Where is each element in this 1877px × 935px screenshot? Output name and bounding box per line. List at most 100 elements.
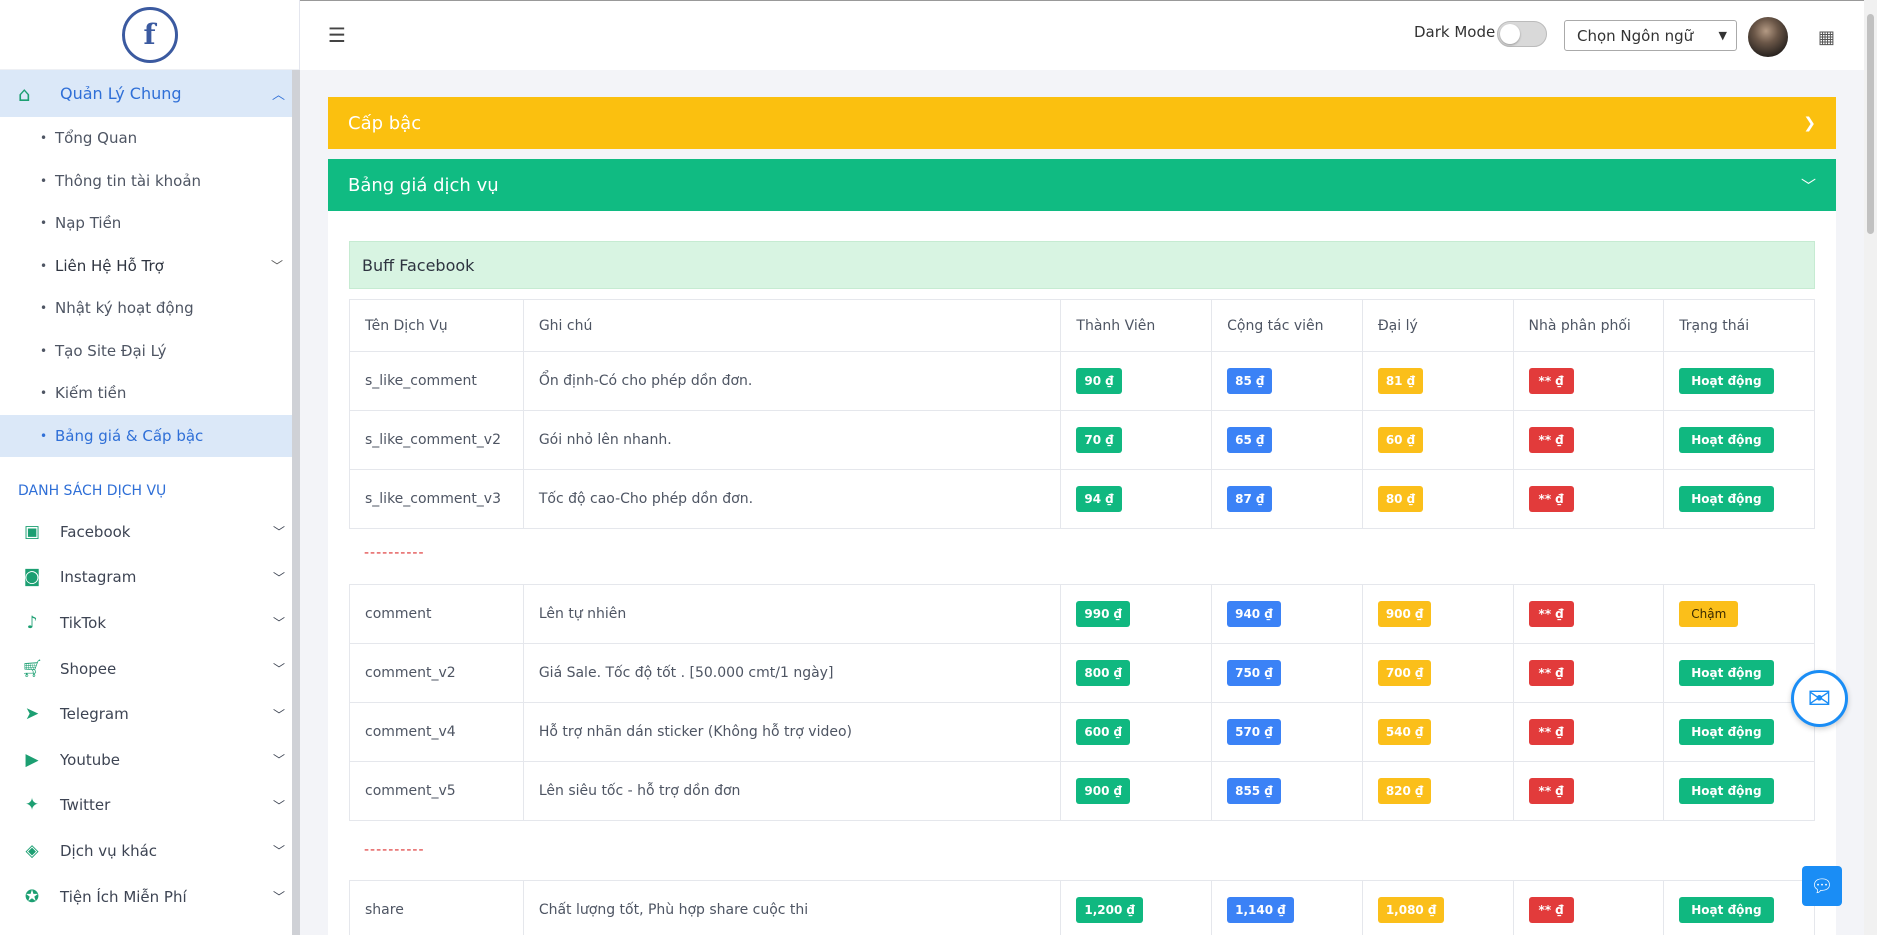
table-row: comment Lên tự nhiên 990 ₫ 940 ₫ 900 ₫ *…: [349, 584, 1815, 644]
price-member-badge: 800 ₫: [1076, 660, 1130, 686]
sidebar-service-tiktok[interactable]: ♪ TikTok ﹀: [0, 600, 299, 646]
sidebar-item-contact-support[interactable]: • Liên Hệ Hỗ Trợ ﹀: [0, 245, 299, 288]
sidebar-service-other[interactable]: ◈ Dịch vụ khác ﹀: [0, 828, 299, 874]
logo[interactable]: f: [0, 0, 299, 70]
rank-panel-header[interactable]: Cấp bậc ❯: [328, 97, 1836, 149]
sidebar-service-twitter[interactable]: ✦ Twitter ﹀: [0, 783, 299, 829]
price-panel-header[interactable]: Bảng giá dịch vụ ﹀: [328, 159, 1836, 211]
sidebar-scrollbar[interactable]: [292, 70, 300, 935]
service-name: s_like_comment_v3: [349, 469, 524, 529]
apps-grid-icon[interactable]: ▦: [1818, 27, 1835, 48]
toggle-knob: [1500, 24, 1520, 44]
topbar: ☰ Dark Mode Chọn Ngôn ngữ ▼ ▦: [300, 0, 1877, 70]
language-select[interactable]: Chọn Ngôn ngữ ▼: [1564, 20, 1737, 51]
price-distributor-badge: ** ₫: [1528, 778, 1574, 804]
dark-mode-toggle[interactable]: [1497, 21, 1547, 47]
table-row: comment_v5 Lên siêu tốc - hỗ trợ dồn đơn…: [349, 761, 1815, 821]
status-badge: Hoạt động: [1679, 778, 1774, 804]
price-distributor-badge: ** ₫: [1528, 660, 1574, 686]
price-table: share Chất lượng tốt, Phù hợp share cuộc…: [349, 880, 1815, 935]
chevron-down-icon: ﹀: [272, 844, 285, 859]
chevron-down-icon: ▼: [1718, 29, 1727, 42]
service-name: comment: [349, 584, 524, 644]
sidebar-item-activity-log[interactable]: • Nhật ký hoạt động: [0, 287, 299, 330]
status-badge: Hoạt động: [1679, 368, 1774, 394]
price-ctv-badge: 940 ₫: [1227, 601, 1281, 627]
sidebar-service-instagram[interactable]: ◙ Instagram ﹀: [0, 555, 299, 601]
price-ctv-badge: 855 ₫: [1227, 778, 1281, 804]
facebook-icon: ▣: [23, 521, 41, 542]
price-agent-badge: 820 ₫: [1377, 778, 1432, 804]
service-note: Lên siêu tốc - hỗ trợ dồn đơn: [522, 761, 1062, 821]
status-badge: Hoạt động: [1679, 660, 1774, 686]
sidebar-service-telegram[interactable]: ➤ Telegram ﹀: [0, 691, 299, 737]
tiktok-icon: ♪: [26, 612, 38, 633]
table-header: Đại lý: [1361, 299, 1514, 352]
chevron-down-icon: ﹀: [272, 662, 285, 677]
chevron-down-icon: ﹀: [272, 798, 285, 813]
avatar[interactable]: [1748, 17, 1788, 57]
service-note: Giá Sale. Tốc độ tốt . [50.000 cmt/1 ngà…: [522, 643, 1062, 703]
status-badge: Hoạt động: [1679, 897, 1774, 923]
sidebar-service-free-tools[interactable]: ✪ Tiện Ích Miễn Phí ﹀: [0, 874, 299, 920]
price-agent-badge: 81 ₫: [1377, 368, 1424, 394]
price-panel-body: Buff Facebook Tên Dịch Vụ Ghi chú Thành …: [328, 211, 1836, 935]
price-panel-title: Bảng giá dịch vụ: [348, 174, 499, 196]
scrollbar-thumb[interactable]: [1867, 14, 1874, 234]
service-label: Youtube: [60, 750, 120, 769]
service-name: comment_v4: [349, 702, 524, 762]
home-icon: ⌂: [18, 81, 31, 106]
sidebar-item-account-info[interactable]: • Thông tin tài khoản: [0, 160, 299, 203]
service-label: Twitter: [60, 796, 111, 815]
main-scrollbar[interactable]: [1864, 0, 1877, 935]
chat-icon[interactable]: 💬︎: [1802, 866, 1842, 906]
sidebar-item-earn-money[interactable]: • Kiếm tiền: [0, 372, 299, 415]
service-label: Dịch vụ khác: [60, 841, 158, 860]
menu-toggle-icon[interactable]: ☰: [328, 23, 346, 47]
sidebar-item-pricing-ranks[interactable]: • Bảng giá & Cấp bậc: [0, 414, 299, 457]
twitter-icon: ✦: [24, 795, 40, 816]
table-row: share Chất lượng tốt, Phù hợp share cuộc…: [349, 880, 1815, 935]
price-ctv-badge: 65 ₫: [1227, 427, 1273, 453]
service-label: Shopee: [60, 659, 117, 678]
table-row: s_like_comment_v2 Gói nhỏ lên nhanh. 70 …: [349, 410, 1815, 470]
service-note: Tốc độ cao-Cho phép dồn đơn.: [522, 469, 1062, 529]
sidebar-item-create-agent-site[interactable]: • Tạo Site Đại Lý: [0, 330, 299, 373]
service-note: Lên tự nhiên: [522, 584, 1062, 644]
table-row: comment_v4 Hỗ trợ nhãn dán sticker (Khôn…: [349, 702, 1815, 762]
sidebar-item-label: Liên Hệ Hỗ Trợ: [55, 256, 164, 275]
sidebar-item-label: Nạp Tiền: [55, 214, 122, 233]
price-agent-badge: 80 ₫: [1377, 486, 1424, 512]
sidebar-item-overview[interactable]: • Tổng Quan: [0, 117, 299, 160]
service-name: share: [349, 880, 524, 935]
service-label: TikTok: [60, 613, 107, 632]
service-name: comment_v5: [349, 761, 524, 821]
price-ctv-badge: 570 ₫: [1227, 719, 1281, 745]
sidebar-service-facebook[interactable]: ▣ Facebook ﹀: [0, 509, 299, 555]
chevron-down-icon: ﹀: [272, 890, 285, 905]
table-header: Cộng tác viên: [1211, 299, 1363, 352]
sidebar-service-shopee[interactable]: 🛒︎ Shopee ﹀: [0, 646, 299, 692]
price-distributor-badge: ** ₫: [1528, 719, 1574, 745]
price-agent-badge: 60 ₫: [1377, 427, 1424, 453]
price-distributor-badge: ** ₫: [1528, 601, 1574, 627]
price-agent-badge: 1,080 ₫: [1377, 897, 1445, 923]
sidebar-item-deposit[interactable]: • Nạp Tiền: [0, 202, 299, 245]
sidebar-item-label: Nhật ký hoạt động: [55, 299, 194, 318]
separator: ----------: [364, 842, 425, 858]
chevron-down-icon: ﹀: [1800, 176, 1816, 195]
price-agent-badge: 540 ₫: [1377, 719, 1432, 745]
price-distributor-badge: ** ₫: [1528, 368, 1574, 394]
status-badge: Hoạt động: [1679, 427, 1774, 453]
status-badge: Chậm: [1679, 601, 1739, 627]
price-ctv-badge: 87 ₫: [1227, 486, 1273, 512]
chevron-down-icon: ﹀: [270, 259, 283, 274]
price-distributor-badge: ** ₫: [1528, 897, 1574, 923]
messenger-icon[interactable]: ✉: [1791, 670, 1848, 727]
sidebar-item-label: Bảng giá & Cấp bậc: [55, 426, 204, 445]
cart-icon: 🛒︎: [21, 658, 43, 679]
sidebar-service-youtube[interactable]: ▶ Youtube ﹀: [0, 737, 299, 783]
table-row: s_like_comment_v3 Tốc độ cao-Cho phép dồ…: [349, 469, 1815, 529]
menu-general-management[interactable]: ⌂ Quản Lý Chung ︿: [0, 70, 299, 117]
service-label: Instagram: [60, 568, 137, 587]
